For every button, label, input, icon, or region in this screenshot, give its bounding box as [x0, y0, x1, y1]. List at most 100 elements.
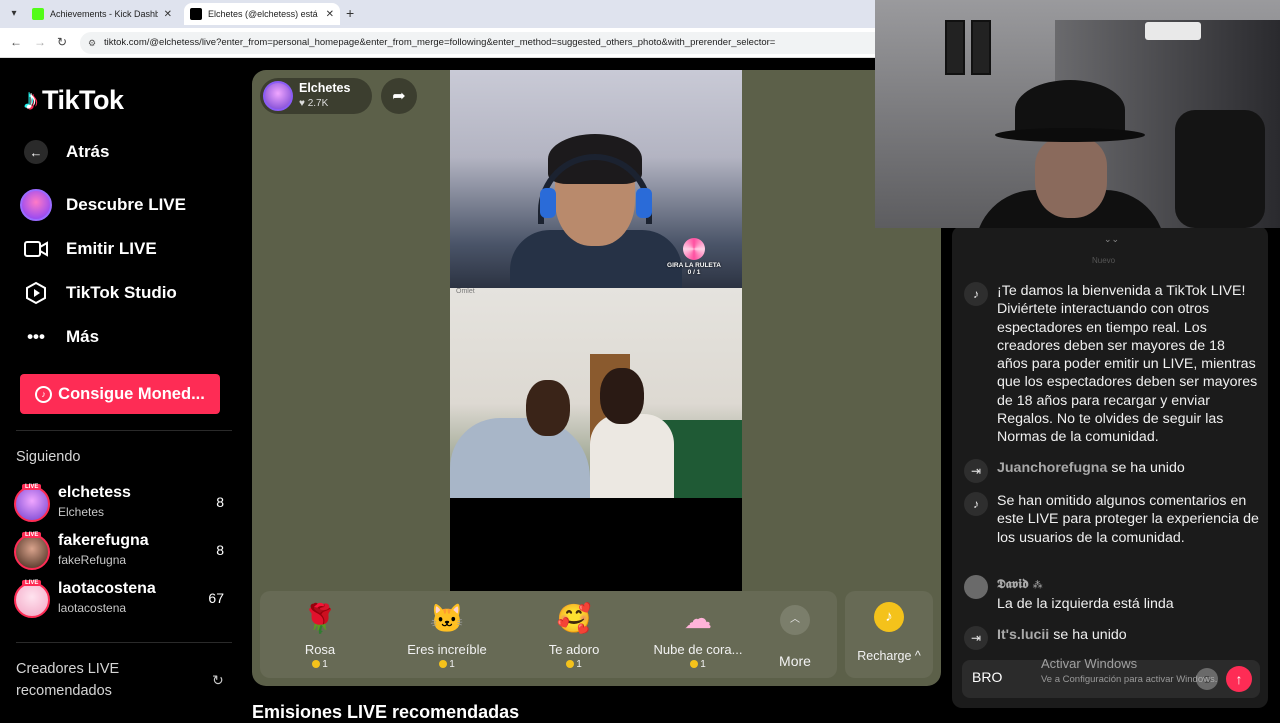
following-item-laotacostena[interactable]: LIVE laotacostena laotacostena 67: [14, 580, 228, 620]
heart-face-icon: 🥰: [556, 602, 592, 634]
sidebar-item-label: Atrás: [66, 142, 110, 161]
gift-bar: 🌹 Rosa 1 🐱 Eres increíble 1 🥰 Te adoro 1…: [260, 591, 837, 678]
chevron-up-icon: ^: [914, 649, 921, 663]
tiktok-favicon-icon: [190, 8, 202, 20]
tab-search-chevron-icon[interactable]: ▾: [6, 6, 22, 22]
coin-icon: [439, 660, 448, 668]
following-sub: Elchetes: [58, 505, 105, 519]
recharge-label: Recharge: [857, 649, 912, 663]
sidebar-item-label: Emitir LIVE: [66, 239, 157, 258]
tab-kick-dashboard[interactable]: Achievements - Kick Dashboard ✕: [26, 3, 178, 25]
video-player[interactable]: GIRA LA RULETA 0 / 1 Omlet: [450, 70, 742, 591]
more-gifts-button[interactable]: ︿ More: [770, 599, 820, 669]
chat-input[interactable]: [972, 669, 1012, 685]
host-name: Elchetes: [299, 81, 351, 95]
divider: [16, 642, 232, 643]
browser-tab-bar: ▾ Achievements - Kick Dashboard ✕ Elchet…: [0, 0, 875, 28]
following-sub: fakeRefugna: [58, 553, 127, 567]
sidebar-item-discover-live[interactable]: Descubre LIVE: [20, 189, 186, 221]
gift-eres-increible[interactable]: 🐱 Eres increíble 1: [387, 599, 507, 671]
get-coins-button[interactable]: ♪ Consigue Moned...: [20, 374, 220, 414]
divider: [16, 430, 232, 431]
tab-tiktok-live[interactable]: Elchetes (@elchetess) está en LIVE ✕: [184, 3, 340, 25]
streamer-webcam: [875, 0, 1280, 228]
viewer-count: 8: [216, 542, 224, 558]
send-button[interactable]: ↑: [1226, 666, 1252, 692]
roulette-overlay: GIRA LA RULETA 0 / 1: [664, 238, 724, 276]
sidebar-item-tiktok-studio[interactable]: TikTok Studio: [20, 277, 177, 309]
tiktok-note-icon: ♪: [24, 84, 38, 115]
gift-name: Eres increíble: [407, 642, 487, 657]
host-avatar: [263, 81, 293, 111]
following-title: Siguiendo: [16, 449, 81, 465]
gift-nube-de-corazones[interactable]: ☁ Nube de cora... 1: [638, 599, 758, 671]
gift-price: 1: [449, 659, 455, 670]
message-text: Se han omitido algunos comentarios en es…: [997, 493, 1259, 546]
sidebar-item-label: TikTok Studio: [66, 283, 177, 302]
roulette-wheel-icon: [683, 238, 705, 260]
site-info-icon[interactable]: ⚙: [88, 32, 96, 54]
following-name: fakerefugna: [58, 532, 149, 549]
gift-price: 1: [322, 659, 328, 670]
watermark: Omlet: [456, 288, 475, 295]
chat-username[interactable]: Juanchorefugna: [997, 460, 1107, 476]
tiktok-logo[interactable]: ♪ TikTok: [24, 84, 124, 116]
chat-panel: ⌄⌄ Nuevo ♪ ¡Te damos la bienvenida a Tik…: [952, 226, 1268, 708]
recommended-creators-title: Creadores LIVE recomendados: [16, 661, 120, 699]
sidebar-item-back[interactable]: ← Atrás: [20, 136, 109, 168]
live-badge: LIVE: [22, 532, 42, 538]
host-info[interactable]: Elchetes ♥ 2.7K: [260, 78, 372, 114]
avatar: [14, 582, 50, 618]
windows-activation-watermark: Activar Windows Ve a Configuración para …: [1041, 656, 1217, 685]
url-field[interactable]: ⚙ tiktok.com/@elchetess/live?enter_from=…: [80, 32, 875, 54]
discover-live-icon: [20, 189, 52, 221]
gift-name: Rosa: [304, 642, 336, 657]
gift-name: Te adoro: [548, 642, 600, 657]
close-tab-icon[interactable]: ✕: [164, 9, 172, 20]
chevron-down-icon[interactable]: ⌄⌄: [1104, 234, 1119, 245]
avatar: [14, 534, 50, 570]
gift-price: 1: [700, 659, 706, 670]
logo-text: TikTok: [42, 84, 124, 115]
avatar: [14, 486, 50, 522]
tiktok-note-icon: ♪: [964, 282, 988, 306]
guest-camera-bottom: Omlet: [450, 288, 742, 498]
enter-icon: ⇥: [964, 626, 988, 650]
sidebar-item-label: Descubre LIVE: [66, 195, 186, 214]
sidebar-item-go-live[interactable]: Emitir LIVE: [20, 233, 157, 265]
following-item-elchetess[interactable]: LIVE elchetess Elchetes 8: [14, 484, 228, 524]
back-arrow-icon[interactable]: ←: [10, 35, 22, 49]
address-bar: ← → ↻ ⚙ tiktok.com/@elchetess/live?enter…: [0, 28, 875, 58]
chat-username[interactable]: 𝕯𝖆𝖛𝖎𝖉: [997, 577, 1029, 592]
viewer-count: 67: [208, 590, 224, 606]
refresh-icon[interactable]: ↻: [212, 672, 224, 689]
message-text: La de la izquierda está linda: [997, 596, 1174, 613]
share-icon[interactable]: ➦: [381, 78, 417, 114]
following-item-fakerefugna[interactable]: LIVE fakerefugna fakeRefugna 8: [14, 532, 228, 572]
roulette-label: GIRA LA RULETA: [667, 262, 721, 269]
badge-icon: ⁂: [1032, 580, 1043, 591]
following-name: elchetess: [58, 484, 131, 501]
sidebar-item-label: Más: [66, 327, 100, 346]
cat-icon: 🐱: [429, 602, 465, 634]
forward-arrow-icon[interactable]: →: [34, 35, 46, 49]
new-messages-label: Nuevo: [1092, 256, 1116, 265]
live-badge: LIVE: [22, 580, 42, 586]
close-tab-icon[interactable]: ✕: [326, 9, 334, 20]
tiktok-coin-icon: ♪: [874, 602, 904, 632]
viewer-count: 8: [216, 494, 224, 510]
gift-rosa[interactable]: 🌹 Rosa 1: [260, 599, 380, 671]
coin-icon: ♪: [35, 385, 53, 403]
reload-icon[interactable]: ↻: [57, 35, 67, 49]
new-tab-plus-icon[interactable]: +: [346, 5, 354, 21]
avatar[interactable]: [964, 575, 988, 599]
following-sub: laotacostena: [58, 601, 127, 615]
following-name: laotacostena: [58, 580, 156, 597]
host-likes: ♥ 2.7K: [299, 98, 329, 109]
chat-username[interactable]: It's.lucii: [997, 627, 1049, 643]
coin-icon: [690, 660, 699, 668]
sidebar-item-more[interactable]: ••• Más: [20, 321, 99, 353]
coin-icon: [312, 660, 321, 668]
gift-te-adoro[interactable]: 🥰 Te adoro 1: [514, 599, 634, 671]
recharge-button[interactable]: ♪ Recharge ^: [845, 591, 933, 678]
